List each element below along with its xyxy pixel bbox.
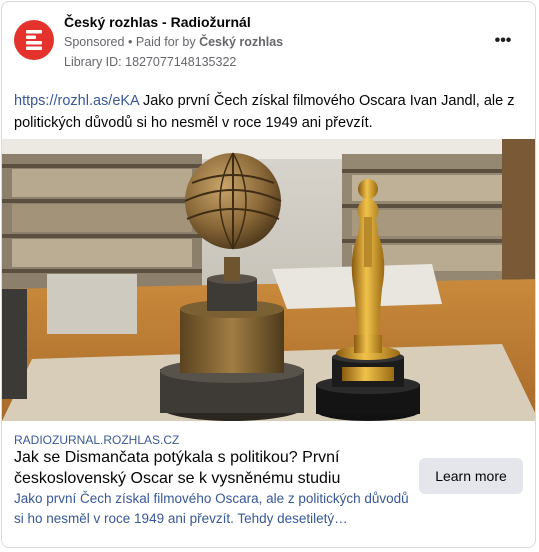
library-id: Library ID: 1827077148135322 [64, 55, 237, 69]
learn-more-button[interactable]: Learn more [419, 458, 523, 494]
paid-for-by: Český rozhlas [199, 35, 284, 49]
oscar-trophies-photo [2, 139, 535, 421]
sponsored-meta: Sponsored • Paid for by Český rozhlas [64, 35, 283, 49]
sponsored-post-card: Český rozhlas - Radiožurnál Sponsored • … [1, 1, 536, 548]
paid-for-prefix: Paid for by [135, 35, 196, 49]
link-description: Jako první Čech získal filmového Oscara,… [14, 491, 409, 526]
link-preview[interactable]: RADIOZURNAL.ROZHLAS.CZ Jak se Dismančata… [2, 421, 535, 547]
sponsored-label: Sponsored [64, 35, 125, 49]
link-domain: RADIOZURNAL.ROZHLAS.CZ [14, 433, 180, 447]
advertiser-name[interactable]: Český rozhlas - Radiožurnál [64, 14, 251, 30]
meta-separator: • [127, 35, 136, 49]
post-image[interactable] [2, 139, 535, 421]
more-options-icon[interactable]: ••• [491, 32, 515, 52]
link-headline[interactable]: Jak se Dismančata potýkala s politikou? … [14, 447, 409, 489]
post-link[interactable]: https://rozhl.as/eKA [14, 93, 139, 109]
post-text: https://rozhl.as/eKA Jako první Čech zís… [14, 90, 520, 134]
post-header: Český rozhlas - Radiožurnál Sponsored • … [2, 2, 535, 82]
cesky-rozhlas-logo-icon[interactable] [14, 20, 54, 60]
